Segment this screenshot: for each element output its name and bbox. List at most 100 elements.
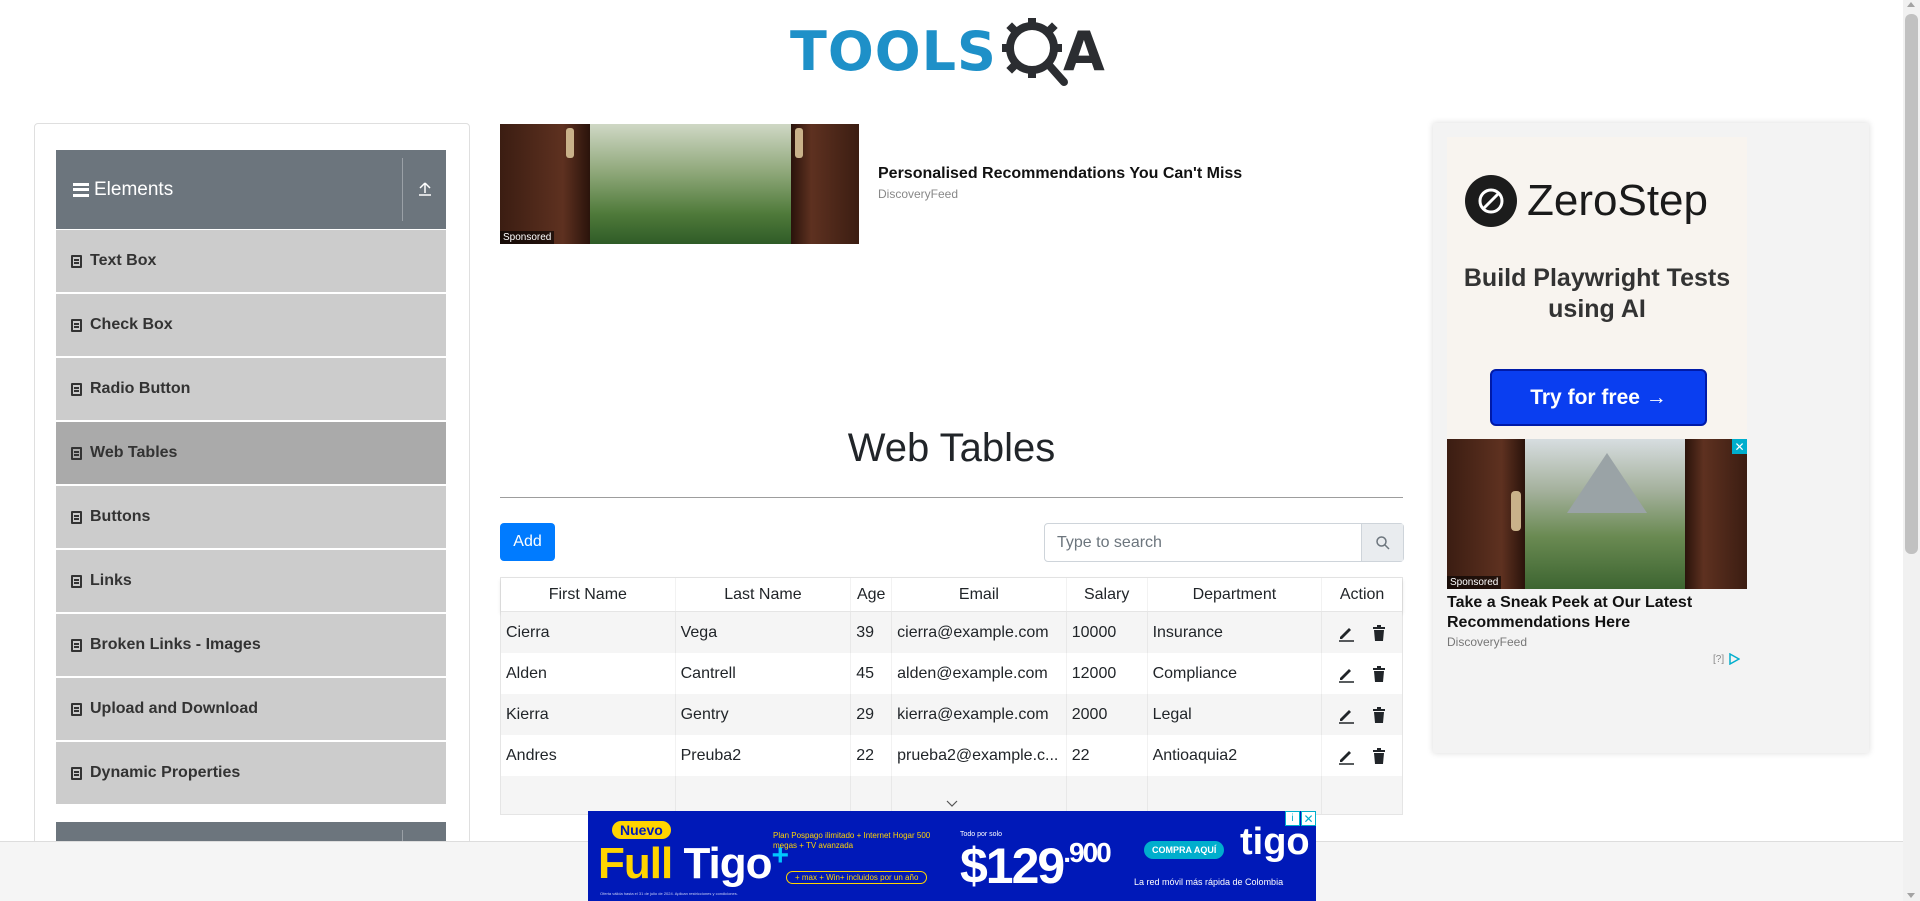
adchoices-help: [?] [1713,653,1725,665]
search-button[interactable] [1361,524,1403,561]
right-ad-panel: ZeroStep Build Playwright Tests using AI… [1433,123,1869,753]
delete-trash-icon[interactable] [1370,747,1388,765]
table-row: Andres Preuba2 22 prueba2@example.c... 2… [501,735,1402,776]
delete-trash-icon[interactable] [1370,706,1388,724]
top-ad-image[interactable]: Sponsored [500,124,859,244]
cell-empty [851,776,893,814]
ad-legal-text: Oferta válida hasta el 31 de julio de 20… [600,891,738,896]
menu-item-check-box[interactable]: Check Box [56,294,446,356]
column-header-last-name[interactable]: Last Name [676,578,852,611]
right-ad-image[interactable]: Sponsored ✕ [1447,439,1747,589]
menu-item-upload-download[interactable]: Upload and Download [56,678,446,740]
cell-email: alden@example.com [892,653,1067,694]
cell-department: Legal [1148,694,1323,735]
zerostep-subtitle: Build Playwright Tests using AI [1463,264,1731,323]
try-for-free-button[interactable]: Try for free → [1490,369,1707,426]
edit-pencil-icon[interactable] [1337,747,1355,765]
collapse-upload-icon[interactable] [416,180,434,198]
cell-first-name: Andres [501,735,676,776]
zerostep-ad[interactable]: ZeroStep Build Playwright Tests using AI… [1447,137,1747,439]
page-title: Web Tables [847,426,1056,470]
cell-department: Insurance [1148,612,1323,653]
elements-group-header[interactable]: Elements [56,150,446,229]
title-divider [500,497,1403,498]
cell-salary: 2000 [1067,694,1148,735]
cell-empty [1067,776,1148,814]
document-icon [71,254,82,268]
search-icon [1375,535,1390,550]
close-icon[interactable]: ✕ [1732,439,1747,454]
ad-info-icon[interactable]: i [1285,811,1300,826]
top-ad-source: DiscoveryFeed [878,187,959,201]
cell-action [1322,612,1402,653]
menu-item-radio-button[interactable]: Radio Button [56,358,446,420]
column-header-salary[interactable]: Salary [1067,578,1148,611]
ad-new-badge: Nuevo [612,821,671,839]
document-icon [71,574,82,588]
scroll-thumb[interactable] [1905,14,1918,554]
menu-item-web-tables[interactable]: Web Tables [56,422,446,484]
column-header-first-name[interactable]: First Name [501,578,676,611]
bottom-ad-banner[interactable]: Nuevo Full Tigo+ Plan Pospago ilimitado … [588,811,1316,901]
door-right [1685,439,1747,589]
mountain-peak [1567,453,1647,513]
edit-pencil-icon[interactable] [1337,706,1355,724]
cell-age: 22 [851,735,893,776]
scroll-down-arrow-icon[interactable] [1907,893,1915,898]
hamburger-icon [73,182,89,197]
page: TOOLS A Elements Text Box Check Box Radi… [0,0,1920,901]
sponsored-tag: Sponsored [500,231,555,244]
column-header-department[interactable]: Department [1148,578,1323,611]
cell-salary: 22 [1067,735,1148,776]
zerostep-logo-icon [1465,175,1517,227]
adchoices[interactable]: [?] [1713,653,1741,665]
door-handle [1511,491,1521,531]
right-ad-title[interactable]: Take a Sneak Peek at Our Latest Recommen… [1447,593,1747,633]
document-icon [71,702,82,716]
delete-trash-icon[interactable] [1370,624,1388,642]
menu-item-label: Dynamic Properties [90,764,241,781]
sponsored-tag: Sponsored [1447,576,1502,589]
menu-item-links[interactable]: Links [56,550,446,612]
close-icon[interactable]: ✕ [1301,811,1316,826]
cell-age: 29 [851,694,893,735]
cell-empty [1148,776,1323,814]
menu-item-broken-links[interactable]: Broken Links - Images [56,614,446,676]
right-ad-source: DiscoveryFeed [1447,635,1528,649]
document-icon [71,510,82,524]
column-header-email[interactable]: Email [892,578,1067,611]
cell-age: 45 [851,653,893,694]
ad-buy-button[interactable]: COMPRA AQUÍ [1144,841,1225,859]
delete-trash-icon[interactable] [1370,665,1388,683]
menu-item-label: Links [90,572,132,589]
logo-text-tools: TOOLS [790,20,997,83]
menu-item-dynamic-properties[interactable]: Dynamic Properties [56,742,446,804]
vertical-scrollbar[interactable] [1903,0,1920,901]
add-button[interactable]: Add [500,523,555,561]
cell-salary: 12000 [1067,653,1148,694]
top-ad-title[interactable]: Personalised Recommendations You Can't M… [878,165,1242,183]
menu-item-text-box[interactable]: Text Box [56,230,446,292]
document-icon [71,766,82,780]
ad-headline-full: Full [598,839,673,888]
cell-email: kierra@example.com [892,694,1067,735]
document-icon [71,638,82,652]
toolsqa-logo[interactable]: TOOLS A [790,14,1115,90]
cell-age: 39 [851,612,893,653]
edit-pencil-icon[interactable] [1337,624,1355,642]
adchoices-icon [1729,653,1741,665]
edit-pencil-icon[interactable] [1337,665,1355,683]
scroll-up-arrow-icon[interactable] [1907,2,1915,7]
menu-item-label: Radio Button [90,380,191,397]
zerostep-logo: ZeroStep [1465,175,1708,227]
cell-empty [1322,776,1402,814]
group-title: Elements [94,178,174,200]
search-input[interactable] [1045,524,1361,561]
left-panel: Elements Text Box Check Box Radio Button… [34,123,470,901]
column-header-age[interactable]: Age [851,578,893,611]
cell-last-name: Cantrell [676,653,852,694]
door-left [500,124,590,244]
cell-first-name: Kierra [501,694,676,735]
menu-item-buttons[interactable]: Buttons [56,486,446,548]
document-icon [71,318,82,332]
